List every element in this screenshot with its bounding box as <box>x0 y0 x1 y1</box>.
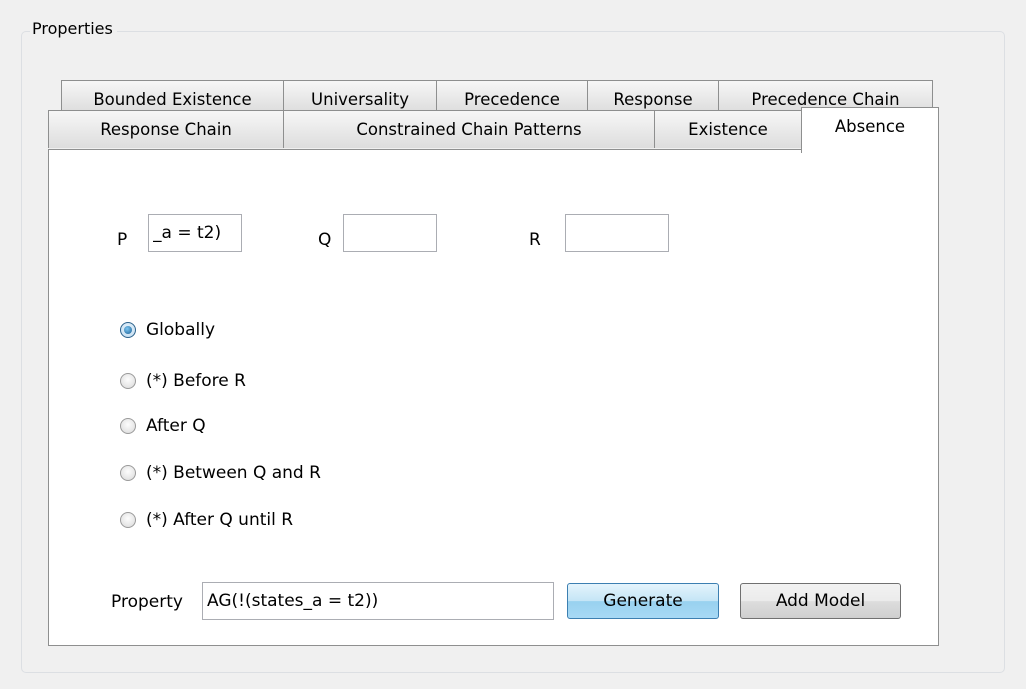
property-input[interactable] <box>202 582 554 620</box>
add-model-button[interactable]: Add Model <box>740 583 901 619</box>
q-input[interactable] <box>343 214 437 252</box>
p-label: P <box>117 230 128 250</box>
radio-checked-icon[interactable] <box>120 322 136 338</box>
tab-constrained-chain-patterns[interactable]: Constrained Chain Patterns <box>283 110 655 148</box>
tab-response-chain[interactable]: Response Chain <box>48 110 284 148</box>
property-label: Property <box>111 592 183 612</box>
p-input[interactable] <box>148 214 242 252</box>
q-label: Q <box>318 230 332 250</box>
scope-option-between-q-and-r[interactable]: (*) Between Q and R <box>120 461 321 485</box>
r-input[interactable] <box>565 214 669 252</box>
tab-response[interactable]: Response <box>587 80 719 112</box>
generate-button[interactable]: Generate <box>567 583 719 619</box>
scope-option-before-r[interactable]: (*) Before R <box>120 369 246 393</box>
radio-icon[interactable] <box>120 512 136 528</box>
tab-universality[interactable]: Universality <box>283 80 437 112</box>
radio-icon[interactable] <box>120 465 136 481</box>
scope-option-globally[interactable]: Globally <box>120 318 215 342</box>
r-label: R <box>529 230 541 250</box>
scope-option-after-q-until-r[interactable]: (*) After Q until R <box>120 508 293 532</box>
properties-group-title: Properties <box>30 18 117 40</box>
radio-icon[interactable] <box>120 418 136 434</box>
tab-existence[interactable]: Existence <box>654 110 802 148</box>
tab-precedence[interactable]: Precedence <box>436 80 588 112</box>
tab-absence[interactable]: Absence <box>801 107 939 153</box>
tab-bounded-existence[interactable]: Bounded Existence <box>61 80 284 112</box>
scope-option-after-q[interactable]: After Q <box>120 414 206 438</box>
radio-icon[interactable] <box>120 373 136 389</box>
